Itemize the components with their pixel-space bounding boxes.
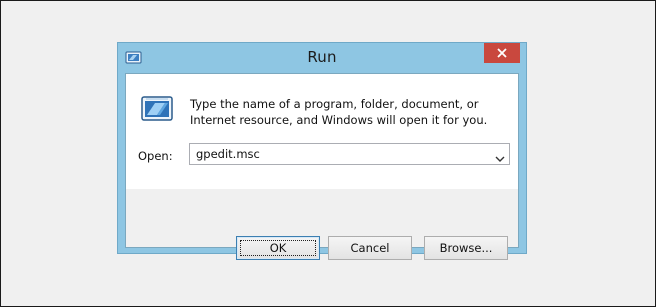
window-title: Run bbox=[307, 48, 337, 66]
dialog-client-area: Type the name of a program, folder, docu… bbox=[125, 73, 519, 260]
open-input[interactable] bbox=[190, 144, 492, 164]
browse-button[interactable]: Browse... bbox=[424, 236, 508, 260]
cancel-button[interactable]: Cancel bbox=[328, 236, 412, 260]
cancel-button-label: Cancel bbox=[350, 241, 390, 255]
run-dialog: Run Type the name of a program, folder, … bbox=[117, 42, 527, 260]
run-program-icon bbox=[140, 94, 176, 124]
ok-button[interactable]: OK bbox=[236, 236, 320, 260]
browse-button-label: Browse... bbox=[439, 241, 493, 255]
close-icon bbox=[497, 48, 507, 58]
dialog-description: Type the name of a program, folder, docu… bbox=[190, 97, 488, 127]
dialog-content: Type the name of a program, folder, docu… bbox=[126, 74, 518, 189]
close-button[interactable] bbox=[484, 43, 520, 63]
open-label: Open: bbox=[138, 149, 173, 163]
title-bar[interactable]: Run bbox=[118, 43, 526, 73]
focus-ring bbox=[240, 240, 316, 256]
chevron-down-icon[interactable] bbox=[494, 149, 506, 162]
open-combobox[interactable] bbox=[189, 143, 510, 165]
